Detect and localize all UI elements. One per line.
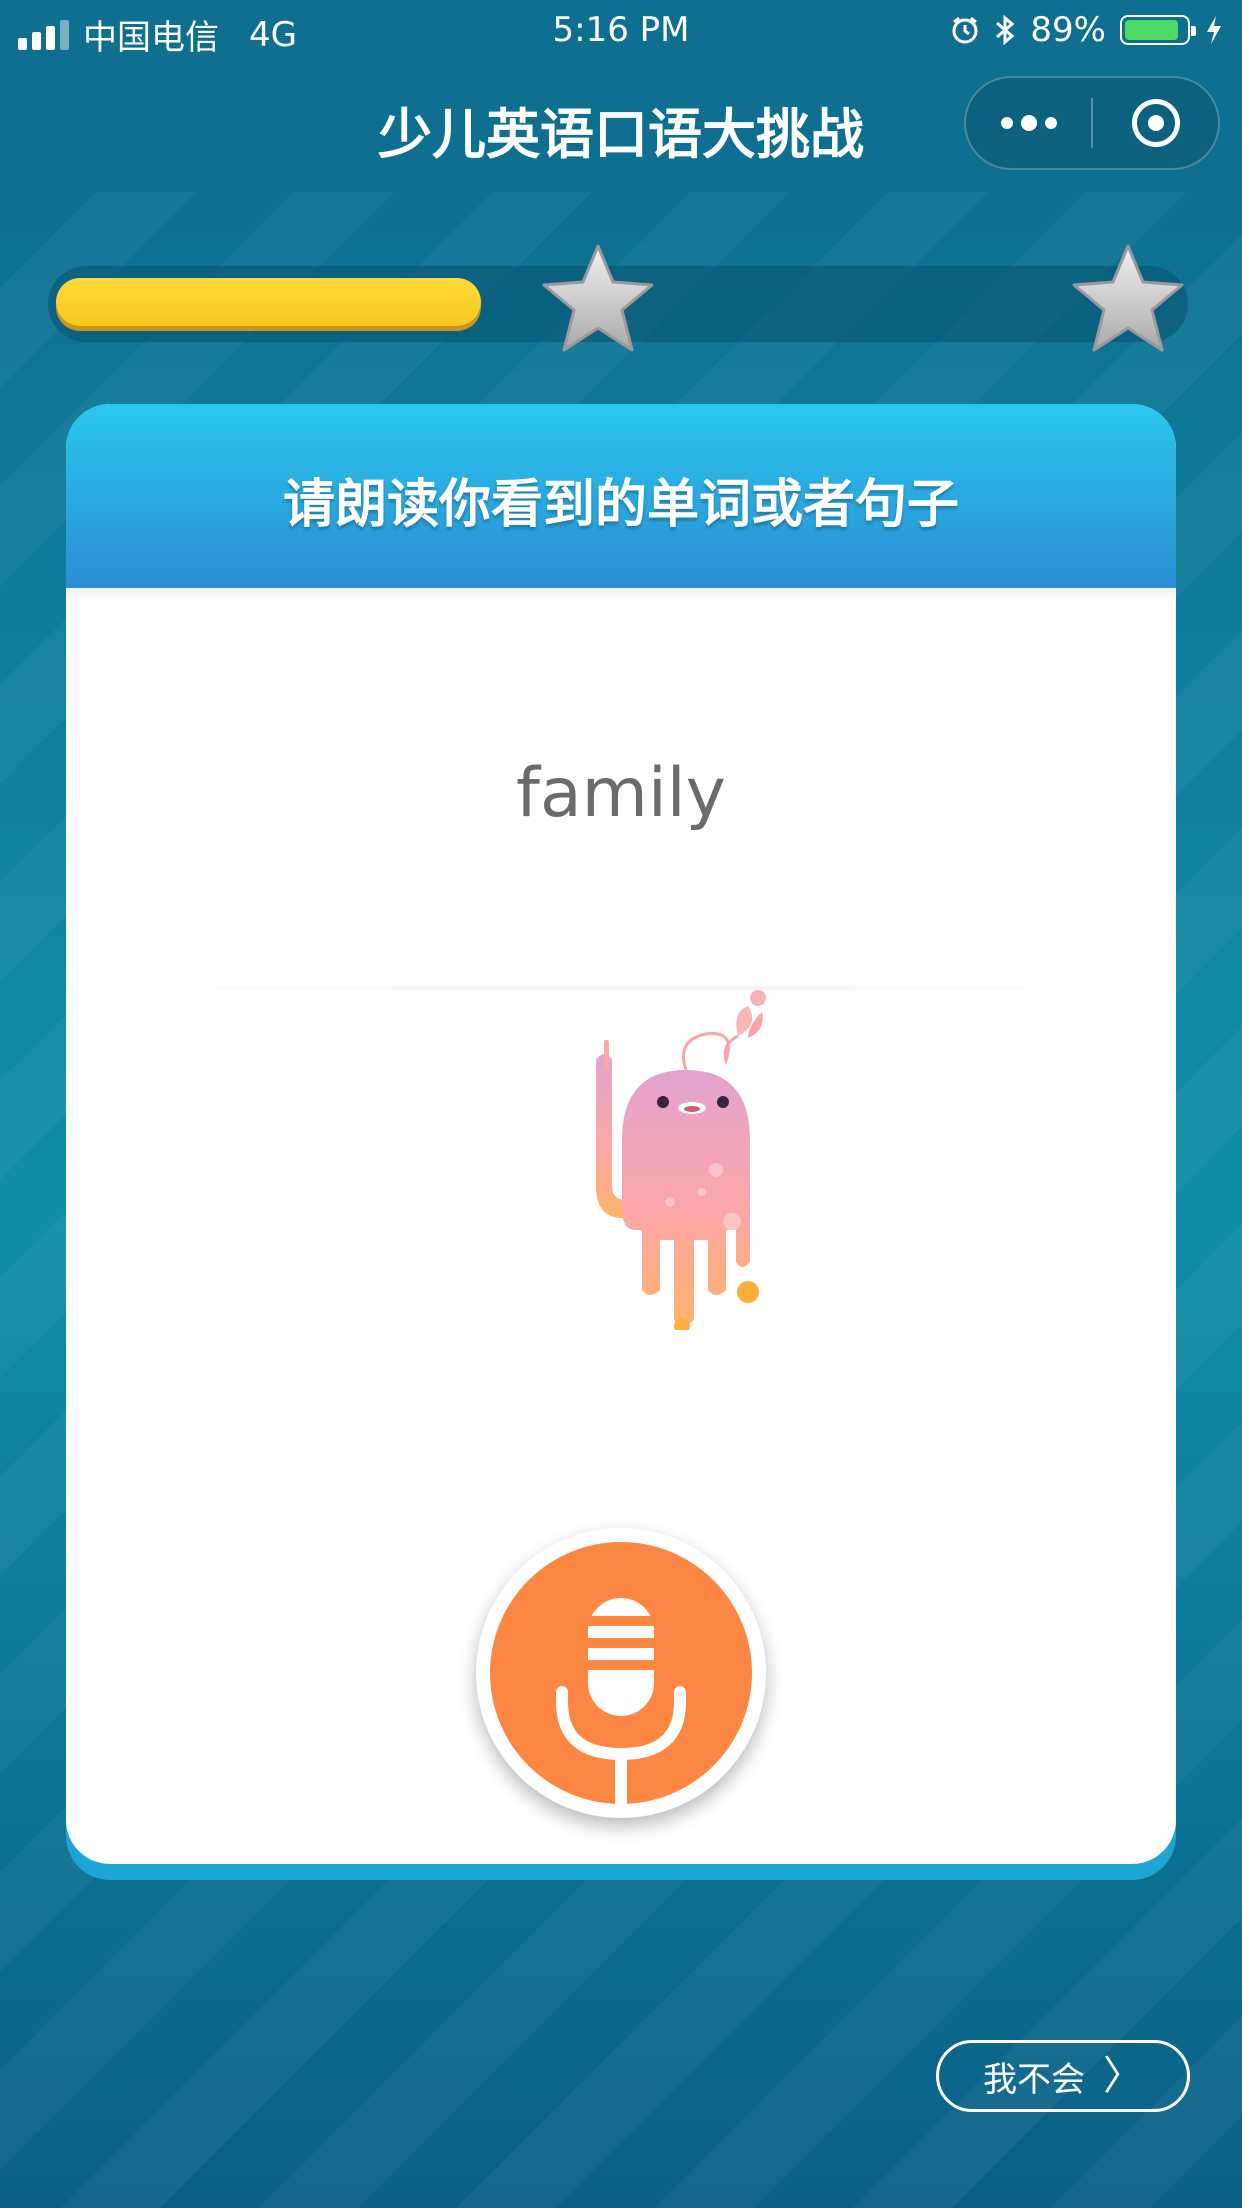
bluetooth-icon [996,14,1015,46]
card-header: 请朗读你看到的单词或者句子 [66,404,1176,588]
more-dots-icon [1000,115,1057,131]
nav-bar: 少儿英语口语大挑战 [0,62,1242,192]
chevron-right-icon: 〉 [1103,2053,1143,2099]
mini-program-capsule [964,76,1220,170]
battery-level [1125,20,1179,40]
microphone-icon [556,1598,686,1804]
octopus-mascot [596,990,766,1330]
alarm-icon [952,16,978,44]
dont-know-button[interactable]: 我不会 〉 [936,2040,1190,2112]
close-button[interactable] [1093,78,1218,168]
dont-know-label: 我不会 [983,2059,1085,2100]
target-word: family [516,754,726,833]
record-button-fill [490,1542,752,1804]
status-bar: 中国电信 4G 5:16 PM 89% [0,0,1242,62]
status-right: 89% [950,10,1224,50]
battery-percent: 89% [1030,10,1106,50]
star-icon [1072,244,1184,352]
battery-icon [1120,15,1196,45]
more-button[interactable] [966,78,1091,168]
star-icon [542,244,654,352]
target-icon [1131,99,1180,147]
card-title: 请朗读你看到的单词或者句子 [282,475,959,535]
question-card: 请朗读你看到的单词或者句子 family [66,404,1176,1864]
charging-icon [1207,16,1221,44]
record-button[interactable] [476,1528,766,1818]
progress-fill [56,278,481,326]
